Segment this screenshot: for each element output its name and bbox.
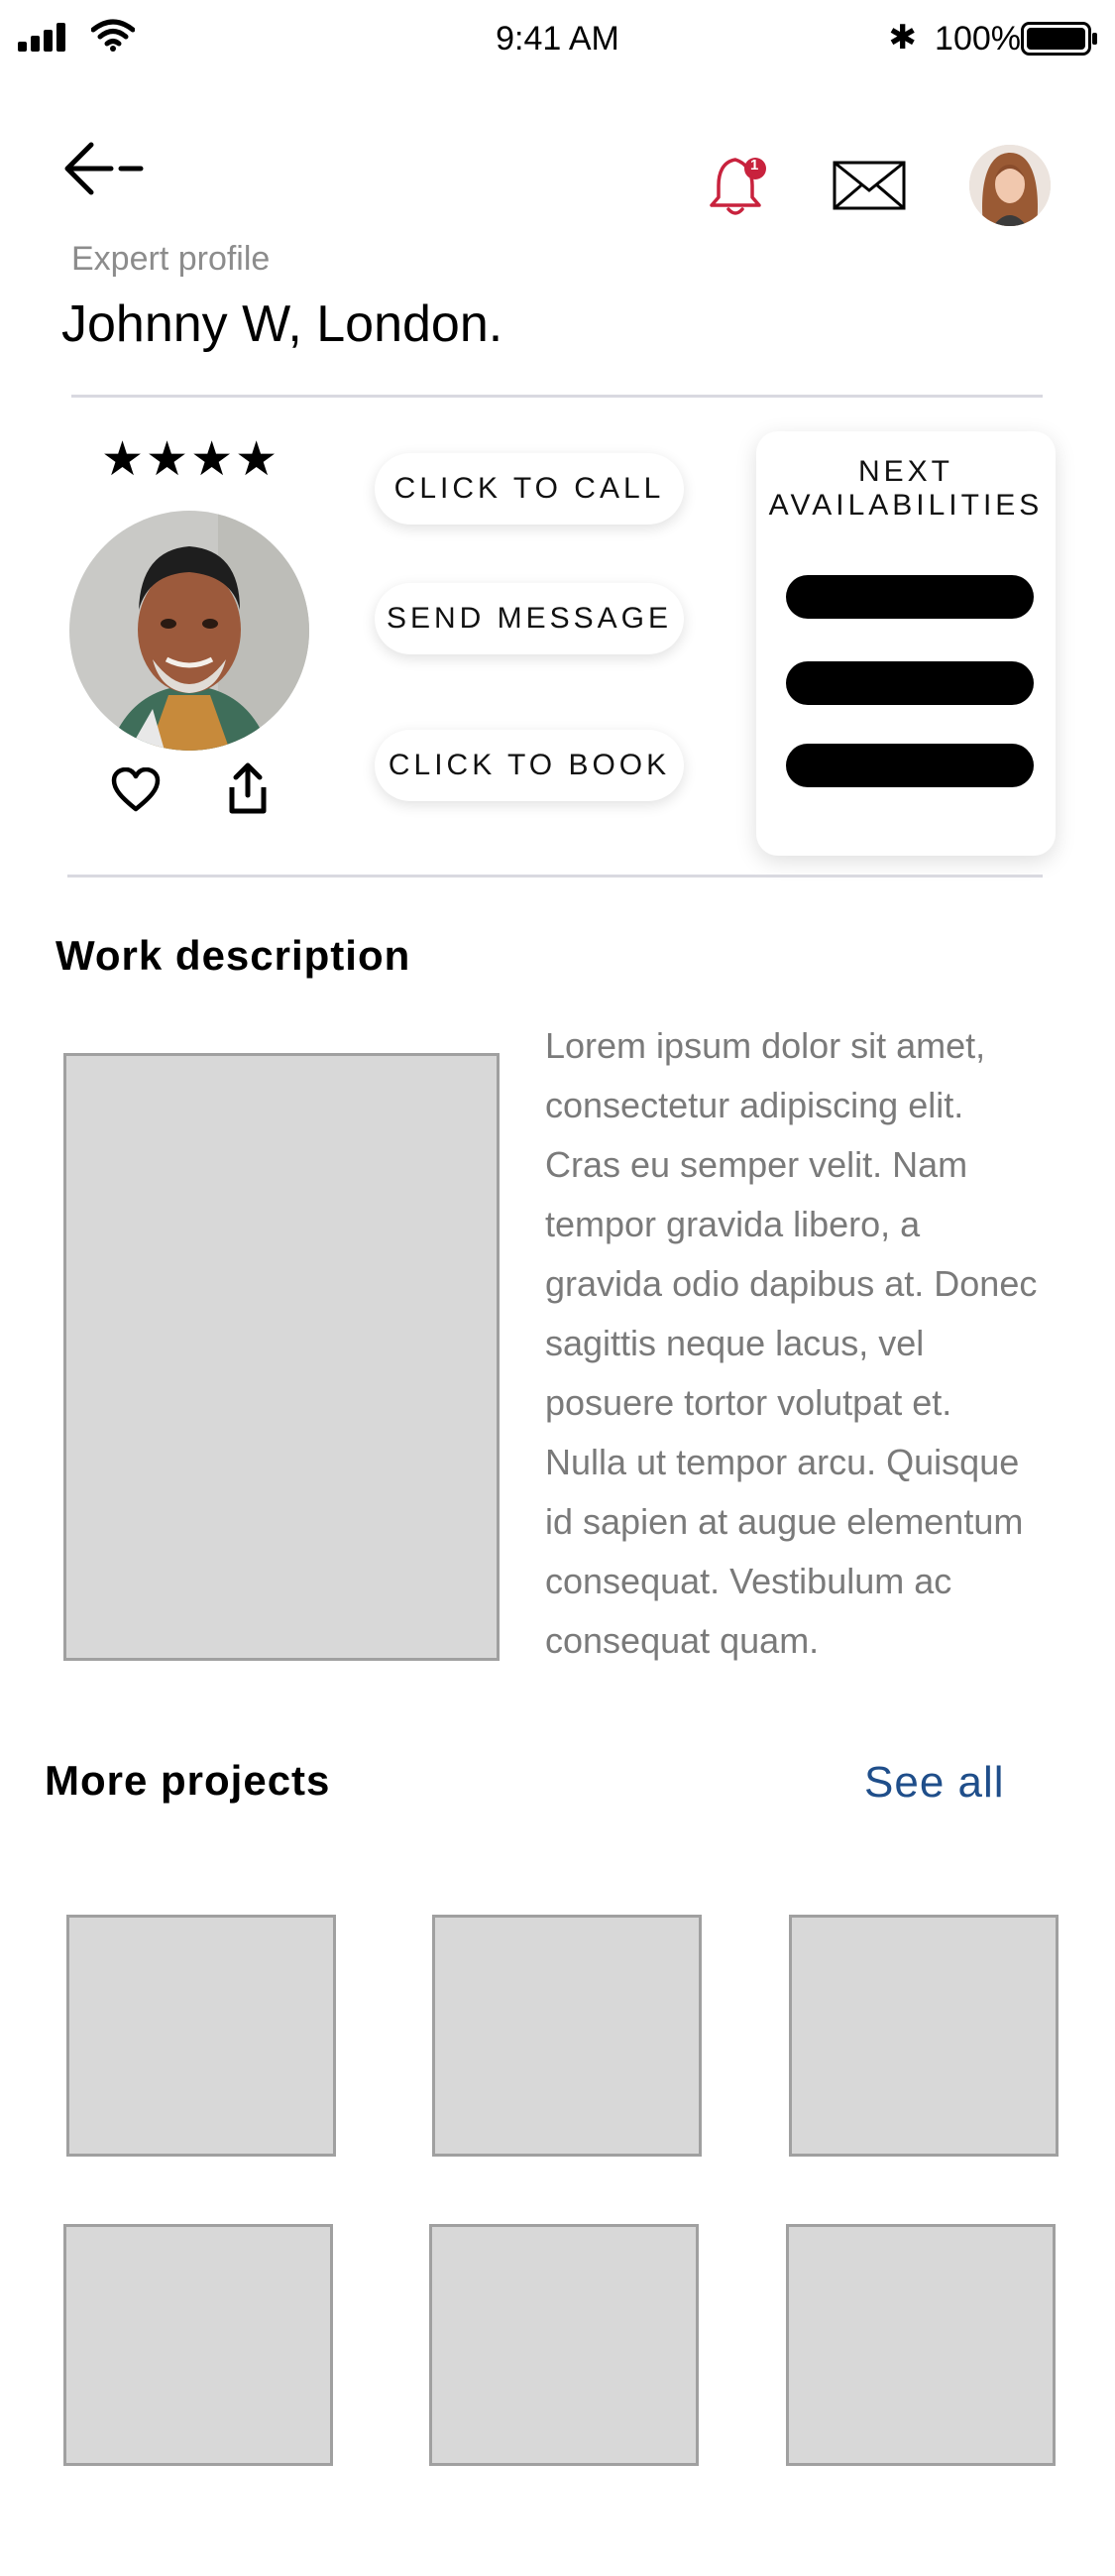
bluetooth-icon: ✱ <box>888 19 918 57</box>
availability-title-line1: NEXT <box>857 455 953 488</box>
star-icon: ★ <box>190 433 234 486</box>
envelope-icon <box>833 161 906 210</box>
description-line: consequat. Vestibulum ac <box>545 1561 952 1601</box>
description-line: tempor gravida libero, a <box>545 1204 921 1244</box>
description-line: posuere tortor volutpat et. <box>545 1382 952 1423</box>
user-avatar[interactable] <box>969 145 1051 226</box>
project-thumbnail[interactable] <box>789 1915 1059 2157</box>
favorite-button[interactable] <box>111 766 161 813</box>
notification-badge-count: 1 <box>750 157 759 174</box>
star-rating: ★★★★ <box>101 436 278 484</box>
back-button[interactable] <box>61 139 151 198</box>
heart-icon <box>111 766 161 812</box>
description-line: Nulla ut tempor arcu. Quisque <box>545 1442 1020 1482</box>
send-message-button[interactable]: SEND MESSAGE <box>375 583 684 654</box>
share-icon <box>229 762 267 814</box>
availability-slot-3[interactable] <box>786 744 1034 787</box>
work-description-text: Lorem ipsum dolor sit amet, consectetur … <box>545 1016 1090 1671</box>
project-thumbnail[interactable] <box>429 2224 699 2466</box>
availability-card: NEXT AVAILABILITIES <box>756 431 1056 856</box>
expert-name-title: Johnny W, London. <box>61 295 503 353</box>
see-all-link[interactable]: See all <box>864 1758 1005 1808</box>
availability-slot-2[interactable] <box>786 661 1034 705</box>
description-line: Lorem ipsum dolor sit amet, <box>545 1025 986 1066</box>
bell-icon <box>710 158 766 215</box>
star-icon: ★ <box>235 433 279 486</box>
description-line: consectetur adipiscing elit. <box>545 1085 964 1125</box>
avatar-image <box>969 145 1051 226</box>
star-icon: ★ <box>146 433 189 486</box>
page-subtitle: Expert profile <box>71 240 271 278</box>
availability-slot-1[interactable] <box>786 575 1034 619</box>
messages-button[interactable] <box>833 159 906 212</box>
description-line: id sapien at augue elementum <box>545 1501 1024 1542</box>
availability-title-line2: AVAILABILITIES <box>768 489 1044 522</box>
availability-title: NEXT AVAILABILITIES <box>756 455 1056 523</box>
arrow-left-icon <box>64 142 144 195</box>
project-thumbnail[interactable] <box>432 1915 702 2157</box>
status-bar: 9:41 AM ✱ 100% <box>0 0 1115 79</box>
notifications-button[interactable]: 1 <box>709 154 770 219</box>
header-divider <box>71 395 1043 398</box>
share-button[interactable] <box>226 761 270 815</box>
project-thumbnail[interactable] <box>786 2224 1056 2466</box>
project-thumbnail[interactable] <box>66 1915 336 2157</box>
battery-percentage: 100% <box>935 20 1021 58</box>
work-description-heading: Work description <box>56 932 411 979</box>
work-image-placeholder <box>63 1053 500 1661</box>
description-line: gravida odio dapibus at. Donec <box>545 1263 1038 1304</box>
star-icon: ★ <box>101 433 145 486</box>
click-to-book-button[interactable]: CLICK TO BOOK <box>375 730 684 801</box>
expert-photo <box>69 511 309 751</box>
description-line: consequat quam. <box>545 1620 820 1661</box>
expert-photo-image <box>69 511 309 751</box>
project-thumbnail[interactable] <box>63 2224 333 2466</box>
click-to-call-button[interactable]: CLICK TO CALL <box>375 453 684 525</box>
description-line: Cras eu semper velit. Nam <box>545 1144 968 1185</box>
profile-divider <box>67 875 1043 878</box>
battery-icon <box>1021 22 1097 56</box>
description-line: sagittis neque lacus, vel <box>545 1323 925 1363</box>
more-projects-heading: More projects <box>45 1757 331 1804</box>
